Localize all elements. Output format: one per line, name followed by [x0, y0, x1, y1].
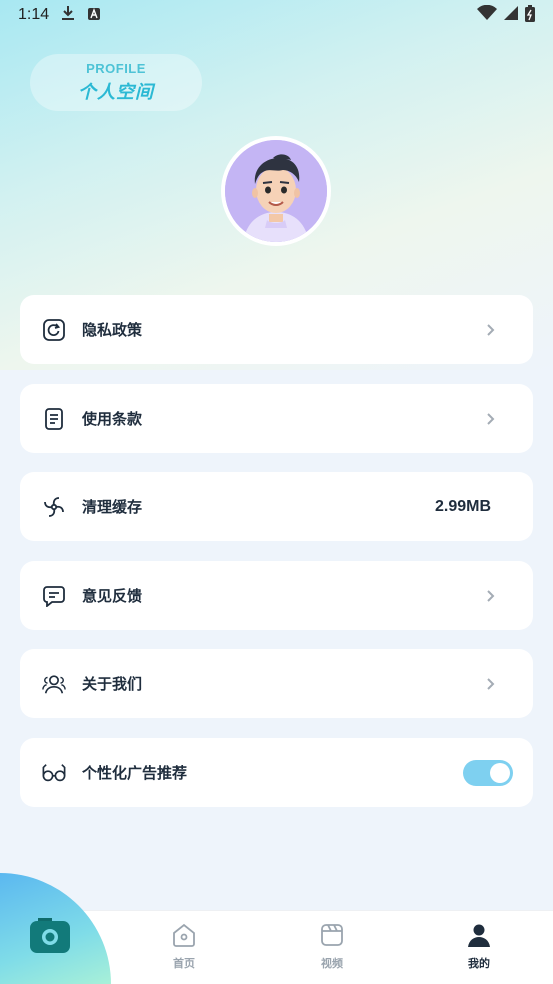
- menu-item-terms-of-use[interactable]: 使用条款: [20, 384, 533, 453]
- fan-icon: [42, 495, 66, 519]
- status-time: 1:14: [18, 6, 50, 23]
- nav-label-mine: 我的: [468, 957, 490, 970]
- nav-item-home[interactable]: 首页: [149, 923, 219, 979]
- home-icon: [171, 923, 197, 951]
- menu-item-label: 关于我们: [82, 675, 143, 693]
- wifi-icon: [477, 4, 497, 25]
- chevron-right-icon: [481, 320, 501, 340]
- user-icon: [467, 923, 491, 951]
- camera-icon: [29, 912, 71, 958]
- chevron-right-icon: [481, 674, 501, 694]
- profile-title-chip: PROFILE 个人空间: [30, 54, 202, 111]
- menu-item-label: 个性化广告推荐: [82, 764, 188, 782]
- battery-icon: [525, 4, 535, 26]
- personalized-ads-toggle[interactable]: [463, 759, 513, 786]
- cache-size-value: 2.99MB: [434, 497, 491, 515]
- document-icon: [42, 407, 66, 431]
- menu-item-privacy-policy[interactable]: 隐私政策: [20, 295, 533, 364]
- avatar[interactable]: [221, 136, 331, 246]
- text-input-icon: [87, 6, 101, 25]
- video-icon: [320, 923, 344, 951]
- menu-item-label: 清理缓存: [82, 498, 143, 516]
- menu-item-feedback[interactable]: 意见反馈: [20, 561, 533, 630]
- profile-title-cn: 个人空间: [78, 82, 154, 103]
- toggle-knob: [490, 762, 510, 783]
- camera-fab-button[interactable]: [0, 873, 111, 984]
- menu-item-label: 隐私政策: [82, 321, 143, 339]
- menu-item-label: 意见反馈: [82, 587, 143, 605]
- message-icon: [42, 584, 66, 608]
- nav-label-home: 首页: [173, 957, 195, 970]
- nav-label-video: 视频: [321, 957, 343, 970]
- menu-item-clear-cache[interactable]: 清理缓存 2.99MB: [20, 472, 533, 541]
- glasses-icon: [42, 761, 66, 785]
- menu-item-label: 使用条款: [82, 410, 143, 428]
- profile-title-en: PROFILE: [86, 61, 146, 76]
- download-icon: [61, 5, 75, 25]
- status-bar: 1:14: [0, 0, 553, 30]
- menu-item-personalized-ads: 个性化广告推荐: [20, 738, 533, 807]
- menu-item-about-us[interactable]: 关于我们: [20, 649, 533, 718]
- chevron-right-icon: [481, 586, 501, 606]
- users-icon: [42, 672, 66, 696]
- nav-item-mine[interactable]: 我的: [444, 923, 514, 979]
- signal-icon: [503, 5, 519, 25]
- nav-item-video[interactable]: 视频: [297, 923, 367, 979]
- chevron-right-icon: [481, 409, 501, 429]
- refresh-square-icon: [42, 318, 66, 342]
